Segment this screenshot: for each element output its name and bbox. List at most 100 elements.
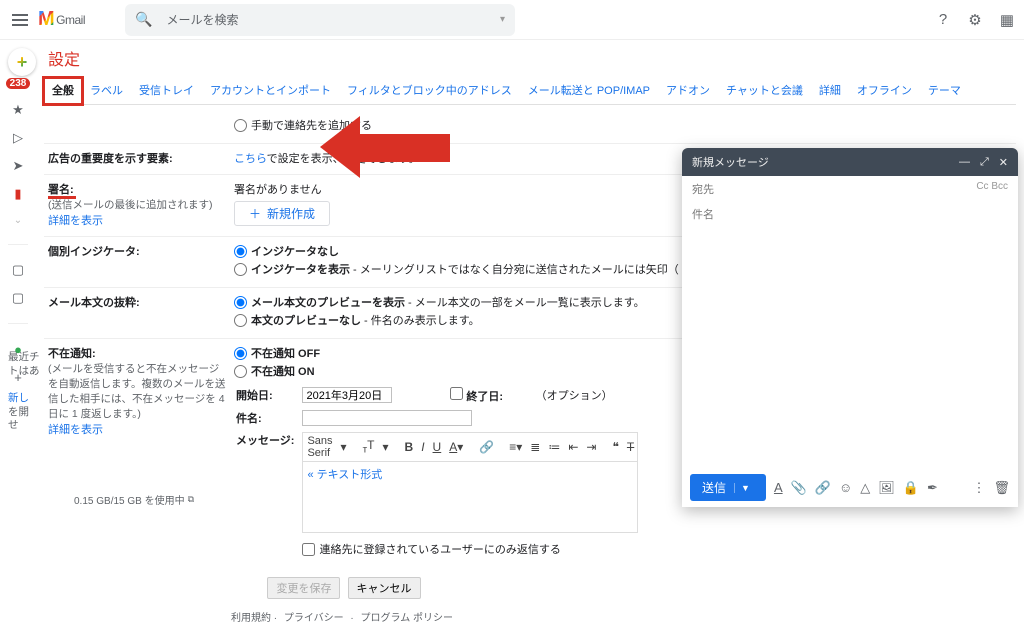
- more-options-icon[interactable]: ⋮: [972, 480, 985, 496]
- contacts-manual-radio[interactable]: [234, 119, 247, 132]
- page-title: 設定: [44, 42, 1016, 78]
- main-menu-icon[interactable]: [8, 8, 32, 32]
- settings-gear-icon[interactable]: ⚙: [966, 11, 984, 29]
- ooo-end-checkbox[interactable]: [450, 387, 463, 400]
- fs-dd-icon[interactable]: ▾: [383, 440, 389, 454]
- link-icon[interactable]: 🔗: [479, 440, 493, 454]
- save-button[interactable]: 変更を保存: [267, 577, 340, 599]
- tab-labels[interactable]: ラベル: [82, 78, 131, 104]
- bold-icon[interactable]: B: [405, 440, 414, 454]
- confidential-icon[interactable]: 🔒: [903, 480, 919, 496]
- font-size-icon[interactable]: тT: [363, 438, 375, 455]
- tab-general[interactable]: 全般: [44, 78, 82, 104]
- preview-label: メール本文の抜粋:: [48, 297, 140, 309]
- indicator-none-radio[interactable]: [234, 245, 247, 258]
- discard-draft-icon[interactable]: 🗑: [993, 480, 1010, 496]
- indent-more-icon[interactable]: ⇥: [586, 440, 596, 454]
- ooo-message-label: メッセージ:: [236, 435, 294, 447]
- ooo-off-radio[interactable]: [234, 347, 247, 360]
- apps-grid-icon[interactable]: ▦: [998, 11, 1016, 29]
- cancel-button[interactable]: キャンセル: [348, 577, 421, 599]
- clear-format-icon[interactable]: T: [627, 440, 634, 454]
- search-bar[interactable]: 🔍 メールを検索 ▾: [125, 4, 515, 36]
- help-icon[interactable]: ?: [934, 11, 952, 29]
- search-placeholder: メールを検索: [166, 11, 500, 28]
- underline-icon[interactable]: U: [433, 440, 442, 454]
- compose-subject-input[interactable]: 件名: [682, 202, 1018, 228]
- preview-on-radio[interactable]: [234, 296, 247, 309]
- storage-usage[interactable]: 0.15 GB/15 GB を使用中⧉: [74, 492, 194, 507]
- plain-text-link[interactable]: « テキスト形式: [307, 469, 382, 481]
- ooo-start-input[interactable]: [302, 387, 392, 403]
- font-family-select[interactable]: Sans Serif: [307, 435, 332, 459]
- compose-minimize-icon[interactable]: —: [959, 156, 970, 168]
- privacy-link[interactable]: プライバシー: [284, 613, 344, 624]
- compose-header[interactable]: 新規メッセージ — ⤢ ✕: [682, 148, 1018, 176]
- inbox-unread-badge[interactable]: 238: [6, 78, 31, 89]
- sent-icon[interactable]: ➤: [10, 159, 26, 173]
- tab-accounts[interactable]: アカウントとインポート: [202, 78, 339, 104]
- ooo-subject-input[interactable]: [302, 410, 472, 426]
- ooo-sub: (メールを受信すると不在メッセージを自動返信します。複数のメールを送信した相手に…: [48, 363, 225, 420]
- compose-to-row[interactable]: 宛先 Cc Bcc: [682, 176, 1018, 202]
- ooo-on-radio[interactable]: [234, 365, 247, 378]
- tab-advanced[interactable]: 詳細: [811, 78, 849, 104]
- tab-themes[interactable]: テーマ: [920, 78, 969, 104]
- tab-filters[interactable]: フィルタとブロック中のアドレス: [339, 78, 520, 104]
- insert-photo-icon[interactable]: 🖼: [878, 480, 895, 496]
- sidebar-divider: [8, 244, 28, 245]
- program-policy-link[interactable]: プログラム ポリシー: [361, 613, 453, 624]
- drive-icon[interactable]: △: [860, 480, 870, 496]
- snoozed-icon[interactable]: ▷: [10, 131, 26, 145]
- bullet-list-icon[interactable]: ≔: [548, 440, 560, 454]
- align-icon[interactable]: ≡▾: [509, 440, 522, 454]
- compose-footer: 送信▼ A 📎 🔗 ☺ △ 🖼 🔒 ✒ ⋮ 🗑: [682, 468, 1018, 507]
- more-labels-icon[interactable]: ⌄: [14, 215, 22, 226]
- attach-icon[interactable]: 📎: [791, 480, 807, 496]
- create-signature-button[interactable]: ＋新規作成: [234, 201, 330, 226]
- compose-expand-icon[interactable]: ⤢: [980, 156, 989, 169]
- meet-icon[interactable]: ▢: [10, 291, 26, 305]
- preview-off-radio[interactable]: [234, 314, 247, 327]
- signature-detail-link[interactable]: 詳細を表示: [48, 215, 103, 227]
- compose-bcc-link[interactable]: Bcc: [991, 181, 1008, 192]
- send-button[interactable]: 送信▼: [690, 474, 766, 501]
- send-options-icon[interactable]: ▼: [734, 483, 750, 493]
- indicator-show-radio[interactable]: [234, 263, 247, 276]
- ad-settings-link[interactable]: こちら: [234, 153, 267, 165]
- text-color-icon[interactable]: A▾: [449, 440, 463, 454]
- tab-forwarding[interactable]: メール転送と POP/IMAP: [520, 78, 658, 104]
- insert-link-icon[interactable]: 🔗: [815, 480, 831, 496]
- quote-icon[interactable]: ❝: [612, 440, 618, 454]
- signature-label: 署名:: [48, 184, 74, 196]
- emoji-icon[interactable]: ☺: [839, 480, 852, 495]
- chat-icon[interactable]: ▢: [10, 263, 26, 277]
- tab-addons[interactable]: アドオン: [658, 78, 718, 104]
- tab-offline[interactable]: オフライン: [849, 78, 920, 104]
- tab-inbox[interactable]: 受信トレイ: [131, 78, 202, 104]
- indent-less-icon[interactable]: ⇤: [568, 440, 578, 454]
- hangout-avatar-icon[interactable]: ●: [10, 342, 26, 356]
- drafts-icon[interactable]: ▮: [10, 187, 26, 201]
- format-icon[interactable]: A: [774, 480, 783, 495]
- gmail-logo[interactable]: MGmail: [38, 8, 85, 31]
- italic-icon[interactable]: I: [421, 440, 424, 454]
- search-options-icon[interactable]: ▾: [500, 14, 505, 25]
- font-dd-icon[interactable]: ▾: [341, 440, 347, 454]
- tab-chat[interactable]: チャットと会議: [718, 78, 811, 104]
- compose-body-editor[interactable]: [682, 228, 1018, 468]
- starred-icon[interactable]: ★: [10, 103, 26, 117]
- signature-sub: (送信メールの最後に追加されます): [48, 199, 213, 211]
- start-new-chat-link[interactable]: 新し: [8, 392, 29, 404]
- signature-icon[interactable]: ✒: [927, 480, 938, 496]
- add-person-icon[interactable]: +: [10, 370, 26, 384]
- contacts-add-row: 手動で連絡先を追加する: [44, 111, 1016, 144]
- ooo-detail-link[interactable]: 詳細を表示: [48, 424, 103, 436]
- compose-button[interactable]: +: [8, 48, 36, 76]
- sidebar-divider: [8, 323, 28, 324]
- ooo-message-editor[interactable]: « テキスト形式: [302, 461, 638, 533]
- ooo-contacts-only-checkbox[interactable]: [302, 543, 315, 556]
- numbered-list-icon[interactable]: ≣: [530, 440, 540, 454]
- compose-close-icon[interactable]: ✕: [999, 156, 1008, 169]
- compose-cc-link[interactable]: Cc: [976, 181, 988, 192]
